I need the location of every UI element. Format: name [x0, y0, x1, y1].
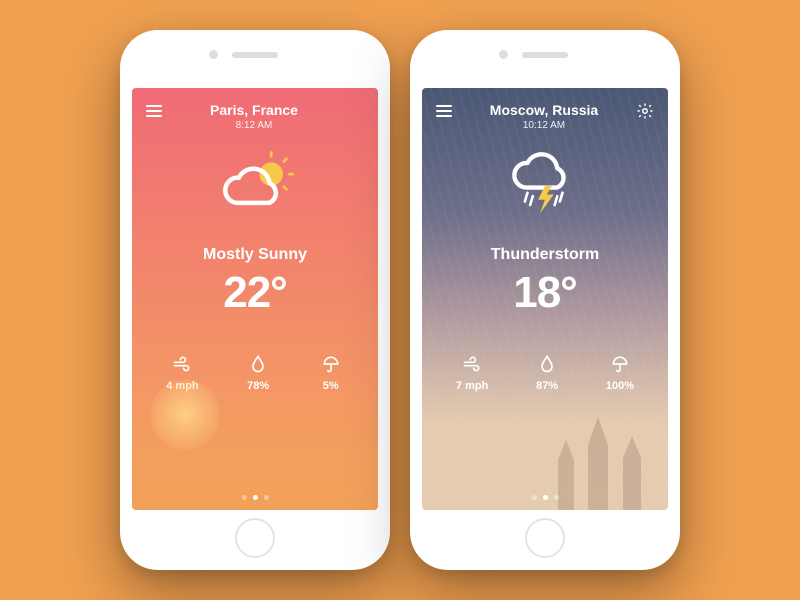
page-indicator[interactable] [422, 495, 668, 500]
home-button[interactable] [235, 518, 275, 558]
temperature-label: 22° [132, 268, 378, 318]
thunderstorm-icon [422, 149, 668, 224]
time-label: 8:12 AM [210, 120, 298, 131]
droplet-icon [536, 354, 558, 374]
page-indicator[interactable] [132, 495, 378, 500]
condition-label: Mostly Sunny [132, 246, 378, 264]
home-button[interactable] [525, 518, 565, 558]
condition-label: Thunderstorm [422, 246, 668, 264]
city-label: Moscow, Russia [490, 102, 598, 118]
umbrella-icon [606, 354, 634, 374]
kremlin-illustration [538, 400, 658, 510]
temperature-label: 18° [422, 268, 668, 318]
wind-icon [456, 354, 488, 374]
time-label: 10:12 AM [490, 120, 598, 131]
wind-icon [166, 354, 198, 374]
phone-frame-moscow: Moscow, Russia 10:12 AM [410, 30, 680, 570]
phone-frame-paris: Paris, France 8:12 AM Mostly Sunny 22° [120, 30, 390, 570]
droplet-icon [247, 354, 269, 374]
menu-icon[interactable] [146, 102, 162, 120]
location-header[interactable]: Paris, France 8:12 AM [210, 102, 298, 131]
humidity-stat: 87% [536, 354, 558, 392]
menu-icon[interactable] [436, 102, 452, 120]
location-header[interactable]: Moscow, Russia 10:12 AM [490, 102, 598, 131]
screen-moscow: Moscow, Russia 10:12 AM [422, 88, 668, 510]
settings-icon[interactable] [636, 102, 654, 125]
skyline-illustration [132, 390, 378, 510]
partly-sunny-icon [132, 149, 378, 224]
precip-stat: 5% [318, 354, 344, 392]
wind-stat: 7 mph [456, 354, 488, 392]
precip-stat: 100% [606, 354, 634, 392]
humidity-stat: 78% [247, 354, 269, 392]
screen-paris: Paris, France 8:12 AM Mostly Sunny 22° [132, 88, 378, 510]
stats-row: 7 mph 87% 100% [422, 354, 668, 392]
umbrella-icon [318, 354, 344, 374]
city-label: Paris, France [210, 102, 298, 118]
